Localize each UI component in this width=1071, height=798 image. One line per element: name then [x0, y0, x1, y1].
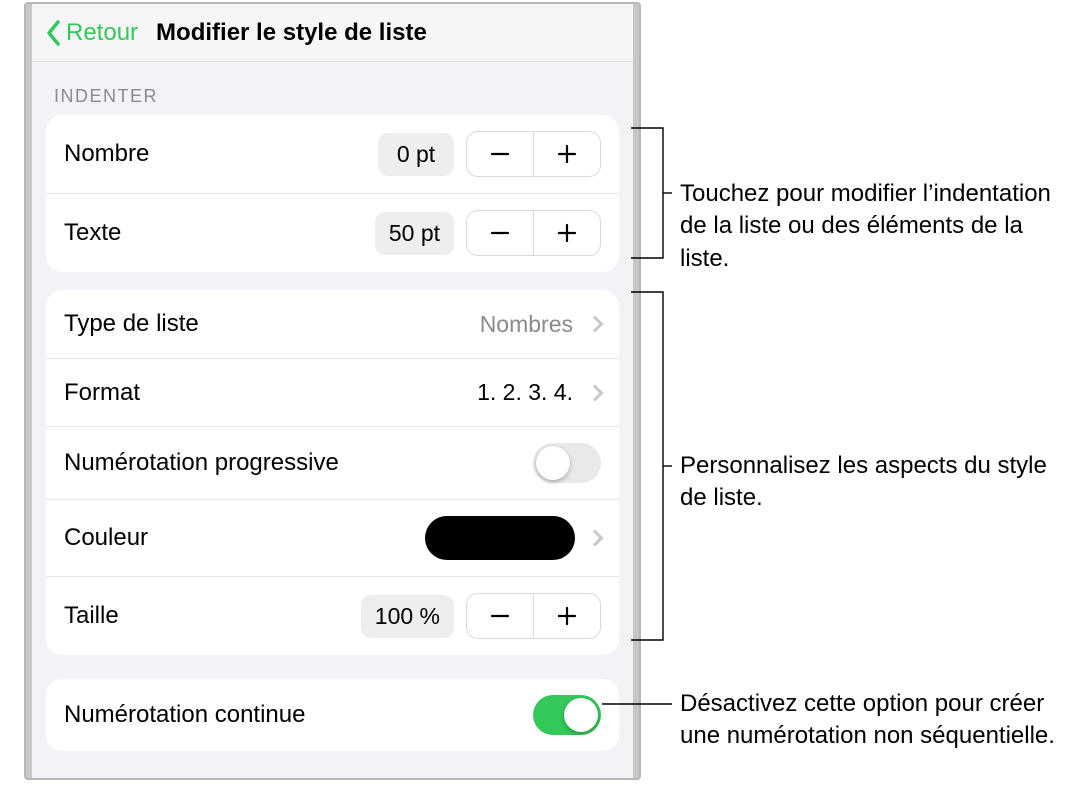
list-type-row[interactable]: Type de liste Nombres [46, 290, 619, 358]
edge-right [633, 4, 639, 778]
progressive-row: Numérotation progressive [46, 426, 619, 499]
indent-number-decrement[interactable] [467, 132, 533, 176]
progressive-label: Numérotation progressive [64, 449, 533, 477]
indent-text-stepper [466, 210, 601, 256]
plus-icon [556, 605, 578, 627]
minus-icon [489, 143, 511, 165]
continue-card: Numérotation continue [46, 679, 619, 751]
callout-indent: Touchez pour modifier l’indentation de l… [680, 178, 1060, 275]
chevron-right-icon [587, 530, 604, 547]
callout-continue: Désactivez cette option pour créer une n… [680, 688, 1060, 753]
back-button[interactable]: Retour [40, 18, 142, 48]
format-row[interactable]: Format 1. 2. 3. 4. [46, 358, 619, 426]
indent-number-stepper [466, 131, 601, 177]
continue-label: Numérotation continue [64, 701, 533, 729]
size-increment[interactable] [534, 594, 600, 638]
indent-text-value[interactable]: 50 pt [375, 212, 454, 255]
plus-icon [556, 222, 578, 244]
size-value[interactable]: 100 % [361, 595, 454, 638]
style-card: Type de liste Nombres Format 1. 2. 3. 4.… [46, 290, 619, 655]
minus-icon [489, 605, 511, 627]
indent-text-row: Texte 50 pt [46, 193, 619, 272]
progressive-toggle[interactable] [533, 443, 601, 483]
indent-number-label: Nombre [64, 140, 378, 168]
list-type-label: Type de liste [64, 310, 480, 338]
callout-style: Personnalisez les aspects du style de li… [680, 450, 1060, 515]
indent-number-row: Nombre 0 pt [46, 115, 619, 193]
plus-icon [556, 143, 578, 165]
indent-section-header: Indenter [32, 62, 633, 115]
indent-number-increment[interactable] [534, 132, 600, 176]
continue-row: Numérotation continue [46, 679, 619, 751]
back-label: Retour [66, 19, 138, 47]
page-title: Modifier le style de liste [156, 19, 427, 47]
indent-text-decrement[interactable] [467, 211, 533, 255]
indent-text-increment[interactable] [534, 211, 600, 255]
color-row[interactable]: Couleur [46, 499, 619, 576]
color-label: Couleur [64, 524, 425, 552]
size-label: Taille [64, 602, 361, 630]
size-stepper [466, 593, 601, 639]
indent-text-label: Texte [64, 219, 375, 247]
color-swatch [425, 516, 575, 560]
chevron-left-icon [44, 18, 64, 48]
chevron-right-icon [587, 316, 604, 333]
continue-toggle[interactable] [533, 695, 601, 735]
indent-card: Nombre 0 pt Texte 50 pt [46, 115, 619, 272]
panel-frame: Retour Modifier le style de liste Indent… [24, 2, 641, 780]
indent-number-value[interactable]: 0 pt [378, 133, 454, 176]
minus-icon [489, 222, 511, 244]
chevron-right-icon [587, 384, 604, 401]
format-label: Format [64, 379, 477, 407]
size-row: Taille 100 % [46, 576, 619, 655]
size-decrement[interactable] [467, 594, 533, 638]
format-value: 1. 2. 3. 4. [477, 379, 573, 406]
nav-bar: Retour Modifier le style de liste [32, 4, 633, 62]
list-type-value: Nombres [480, 311, 573, 338]
